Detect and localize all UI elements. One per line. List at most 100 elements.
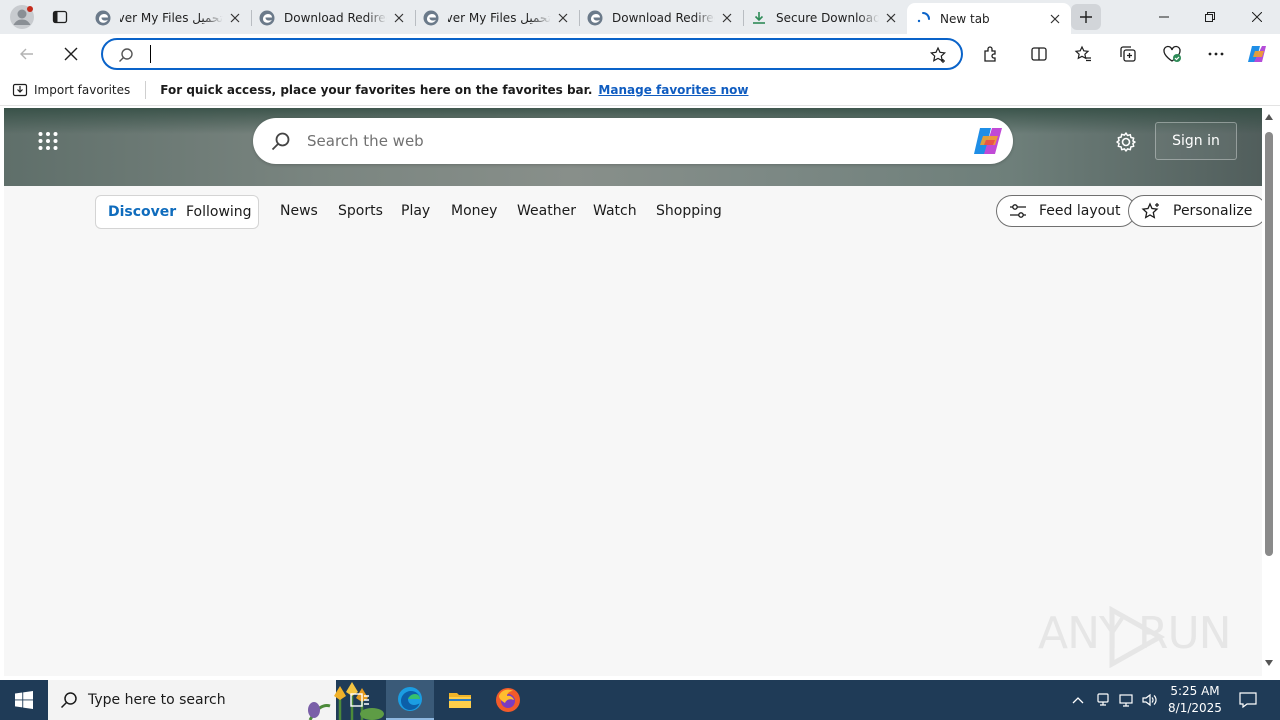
- close-tab-icon[interactable]: [1047, 11, 1063, 27]
- taskbar-firefox-button[interactable]: [484, 680, 532, 720]
- scrollbar-thumb[interactable]: [1265, 132, 1273, 556]
- more-dots-icon: [1208, 52, 1224, 56]
- new-tab-button[interactable]: [1071, 4, 1101, 30]
- speaker-icon: [1142, 693, 1157, 707]
- new-tab-page: Sign in Discover Following News Sports P…: [4, 108, 1262, 676]
- taskbar-edge-button[interactable]: [386, 680, 434, 720]
- nav-item-watch[interactable]: Watch: [593, 203, 637, 219]
- manage-favorites-link[interactable]: Manage favorites now: [598, 83, 748, 97]
- tab-title: Download Redirecting: [284, 10, 387, 25]
- taskbar-search-box[interactable]: Type here to search: [48, 680, 384, 720]
- tab-title: New tab: [940, 11, 990, 26]
- tab-following[interactable]: Following: [186, 204, 252, 220]
- collections-button[interactable]: [1114, 40, 1142, 68]
- apps-launcher-button[interactable]: [38, 132, 58, 150]
- close-tab-icon[interactable]: [883, 10, 899, 26]
- close-tab-icon[interactable]: [227, 10, 243, 26]
- windows-logo-icon: [15, 691, 33, 709]
- sign-in-button[interactable]: Sign in: [1155, 122, 1237, 160]
- close-window-button[interactable]: [1234, 0, 1280, 34]
- text-caret: [150, 45, 151, 63]
- nav-item-money[interactable]: Money: [451, 203, 497, 219]
- import-favorites-label: Import favorites: [34, 82, 131, 97]
- address-input[interactable]: [147, 44, 907, 64]
- copilot-icon[interactable]: [971, 125, 1005, 157]
- collections-icon: [1120, 46, 1136, 62]
- tray-device-button[interactable]: [1093, 680, 1113, 720]
- favorites-button[interactable]: [1069, 40, 1097, 68]
- task-view-icon: [350, 693, 369, 707]
- feed-layout-button[interactable]: Feed layout: [996, 195, 1136, 227]
- tab-2[interactable]: Download Redirecting: [251, 3, 415, 32]
- edge-page-icon: [587, 10, 603, 25]
- tab-5[interactable]: Secure Download P: [743, 3, 907, 32]
- task-view-button[interactable]: [336, 680, 384, 720]
- nav-item-play[interactable]: Play: [401, 203, 430, 219]
- tray-network-button[interactable]: [1116, 680, 1136, 720]
- edge-browser-icon: [398, 687, 422, 711]
- tab-4[interactable]: Download Redirecting: [579, 3, 743, 32]
- clock-time: 5:25 AM: [1170, 684, 1220, 698]
- personalize-button[interactable]: Personalize: [1128, 195, 1262, 227]
- import-favorites-button[interactable]: Import favorites: [12, 82, 130, 98]
- browser-essentials-button[interactable]: [1158, 40, 1186, 68]
- show-hidden-icons-button[interactable]: [1068, 680, 1088, 720]
- profile-icon: [10, 5, 34, 29]
- scroll-down-icon[interactable]: [1265, 660, 1273, 666]
- play-logo-icon: [1109, 606, 1166, 668]
- extensions-button[interactable]: [977, 40, 1005, 68]
- favorites-separator: [145, 80, 147, 99]
- tab-actions-icon: [52, 10, 68, 24]
- profile-avatar[interactable]: [10, 5, 34, 29]
- edge-page-icon: [259, 10, 275, 25]
- minimize-button[interactable]: [1141, 0, 1187, 34]
- split-screen-button[interactable]: [1025, 40, 1053, 68]
- tab-strip: تحميل Cover My Files Download Redirectin…: [87, 3, 1071, 34]
- favorites-bar-message: For quick access, place your favorites h…: [160, 82, 593, 97]
- nav-item-weather[interactable]: Weather: [517, 203, 576, 219]
- close-tab-icon[interactable]: [719, 10, 735, 26]
- nav-item-sports[interactable]: Sports: [338, 203, 383, 219]
- chevron-up-icon: [1072, 697, 1084, 704]
- feed-layout-label: Feed layout: [1039, 203, 1121, 219]
- taskbar-file-explorer-button[interactable]: [436, 680, 484, 720]
- taskbar-clock[interactable]: 5:25 AM 8/1/2025: [1160, 683, 1230, 717]
- web-search-input[interactable]: [307, 131, 947, 151]
- gear-icon: [1116, 132, 1136, 152]
- add-favorite-star-icon[interactable]: [929, 46, 947, 64]
- tab-title: Download Redirecting: [612, 10, 715, 25]
- web-search-box[interactable]: [253, 118, 1013, 164]
- nav-item-shopping[interactable]: Shopping: [656, 203, 722, 219]
- plus-icon: [1080, 11, 1092, 23]
- back-button[interactable]: [13, 40, 41, 68]
- restore-icon: [1205, 12, 1215, 22]
- download-icon: [753, 11, 765, 24]
- tab-1[interactable]: تحميل Cover My Files: [87, 3, 251, 32]
- heart-pulse-icon: [1163, 45, 1181, 62]
- nav-item-news[interactable]: News: [280, 203, 318, 219]
- restore-button[interactable]: [1187, 0, 1233, 34]
- import-icon: [12, 83, 28, 96]
- notification-icon: [1239, 692, 1257, 708]
- action-center-button[interactable]: [1232, 680, 1264, 720]
- close-tab-icon[interactable]: [391, 10, 407, 26]
- start-button[interactable]: [0, 680, 48, 720]
- tray-volume-button[interactable]: [1140, 680, 1160, 720]
- tab-discover[interactable]: Discover: [108, 204, 176, 220]
- tab-actions-button[interactable]: [47, 5, 73, 29]
- search-icon: [119, 48, 133, 62]
- copilot-button[interactable]: [1243, 40, 1271, 68]
- address-bar[interactable]: [101, 38, 963, 70]
- scroll-up-icon[interactable]: [1265, 114, 1273, 120]
- loading-spinner-icon: [917, 11, 930, 22]
- tab-3[interactable]: تحميل Cover My Files: [415, 3, 579, 32]
- close-tab-icon[interactable]: [555, 10, 571, 26]
- vertical-scrollbar[interactable]: [1262, 108, 1276, 676]
- stop-loading-button[interactable]: [57, 40, 85, 68]
- favorites-star-icon: [1074, 45, 1091, 62]
- device-meeting-icon: [1097, 693, 1109, 706]
- page-settings-button[interactable]: [1115, 131, 1137, 153]
- tab-6-active[interactable]: New tab: [907, 3, 1071, 34]
- settings-more-button[interactable]: [1202, 40, 1230, 68]
- favorites-bar: Import favorites For quick access, place…: [0, 74, 1280, 106]
